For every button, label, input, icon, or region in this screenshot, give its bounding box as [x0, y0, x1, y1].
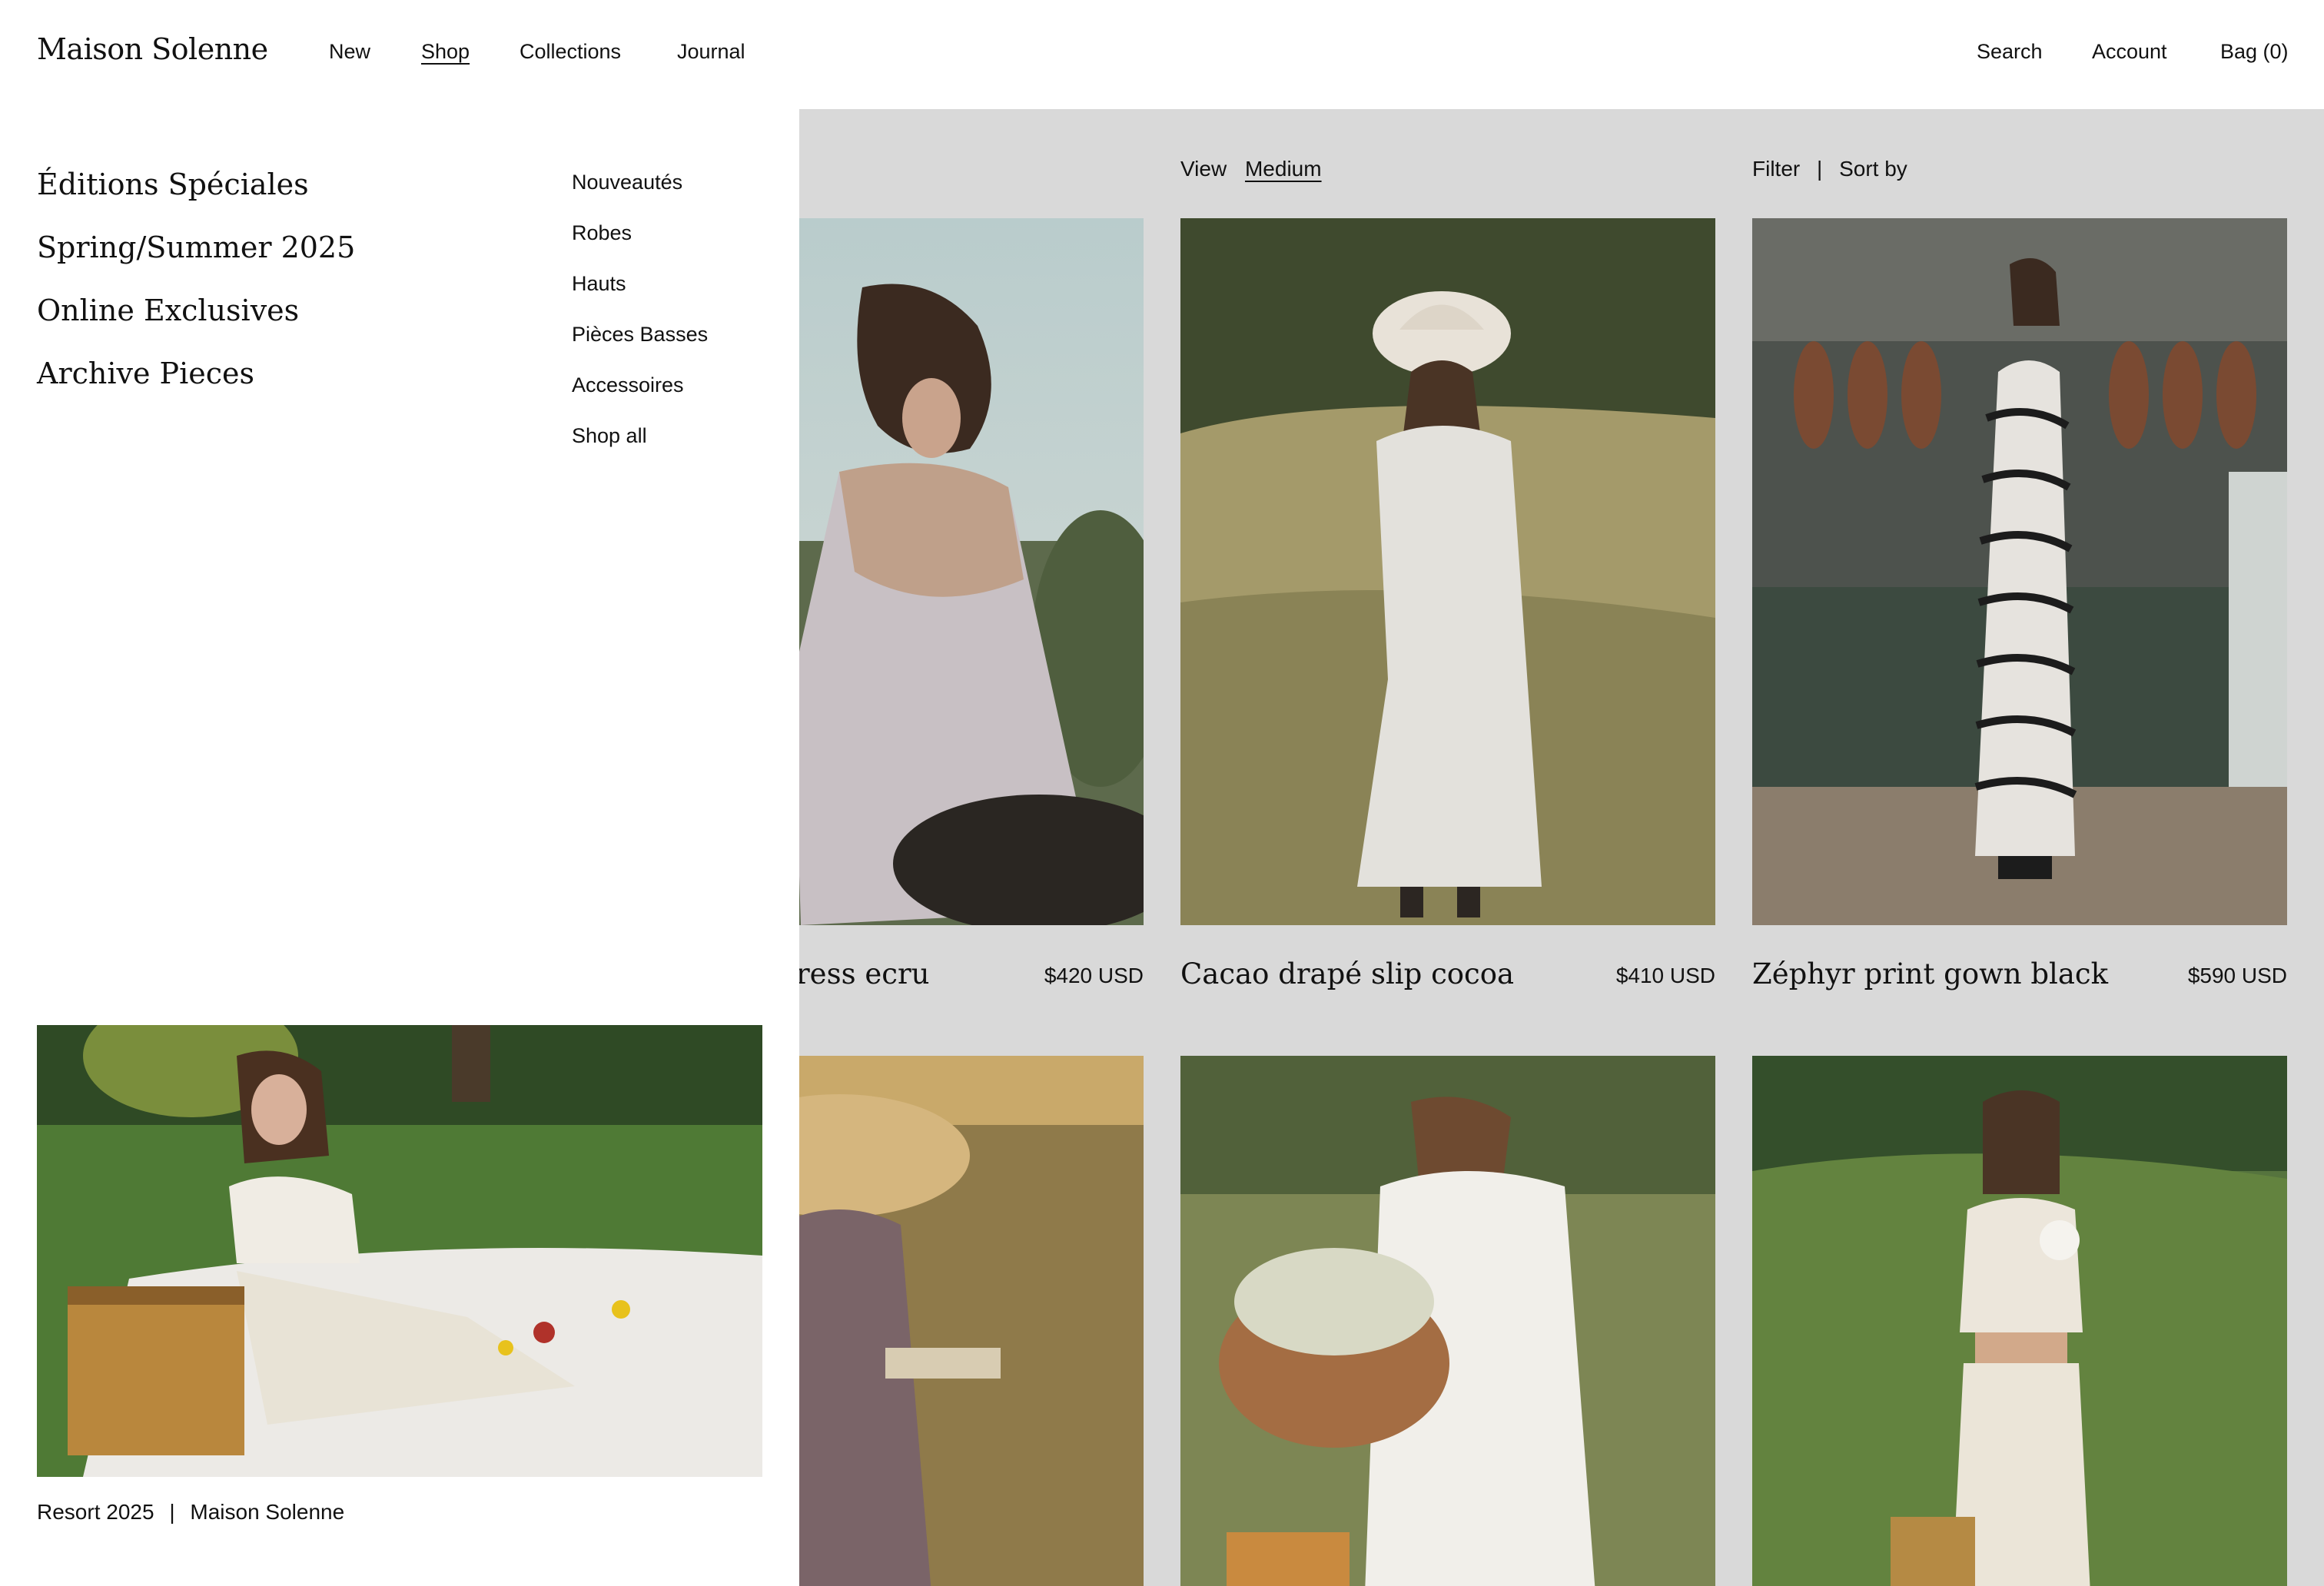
filter-sort-bar: Filter | Sort by — [1752, 157, 1907, 181]
view-size-button[interactable]: Medium — [1245, 157, 1322, 181]
promo-caption-separator: | — [169, 1500, 175, 1524]
promo-caption-title: Resort 2025 — [37, 1500, 154, 1524]
product-image[interactable] — [1752, 218, 2287, 925]
product-name[interactable]: Zéphyr print gown black — [1752, 957, 2108, 990]
menu-category-item[interactable]: Shop all — [572, 424, 647, 448]
bag-link[interactable]: Bag (0) — [2220, 40, 2289, 64]
filter-button[interactable]: Filter — [1752, 157, 1800, 181]
product-image[interactable] — [799, 218, 1144, 925]
product-price: $590 USD — [2187, 964, 2287, 987]
sort-button[interactable]: Sort by — [1839, 157, 1907, 181]
product-price: $420 USD — [1044, 964, 1144, 987]
menu-category-item[interactable]: Accessoires — [572, 373, 684, 397]
nav-shop[interactable]: Shop — [421, 40, 470, 64]
menu-category-item[interactable]: Nouveautés — [572, 171, 682, 194]
shop-mega-menu: Éditions Spéciales Spring/Summer 2025 On… — [0, 109, 799, 1586]
menu-category-item[interactable]: Pièces Basses — [572, 323, 708, 347]
nav-journal[interactable]: Journal — [677, 40, 745, 64]
product-image[interactable] — [799, 1056, 1144, 1586]
promo-caption: Resort 2025 | Maison Solenne — [37, 1500, 344, 1525]
promo-caption-brand: Maison Solenne — [190, 1500, 345, 1524]
menu-category-item[interactable]: Robes — [572, 221, 632, 245]
product-price: $410 USD — [1615, 964, 1715, 987]
site-header: Maison Solenne New Shop Collections Jour… — [0, 0, 2324, 109]
product-name[interactable]: Cacao drapé slip cocoa — [1180, 957, 1514, 990]
menu-featured-item[interactable]: Éditions Spéciales — [37, 168, 309, 201]
product-grid-area: View Medium Filter | Sort by ress ecru $… — [799, 109, 2324, 1586]
view-toggle: View Medium — [1180, 157, 1322, 181]
product-image[interactable] — [1180, 1056, 1715, 1586]
product-name[interactable]: ress ecru — [799, 957, 929, 990]
search-link[interactable]: Search — [1977, 40, 2043, 64]
promo-image[interactable] — [37, 1025, 762, 1477]
nav-collections[interactable]: Collections — [520, 40, 621, 64]
product-image[interactable] — [1180, 218, 1715, 925]
brand-logo[interactable]: Maison Solenne — [37, 32, 268, 66]
product-image[interactable] — [1752, 1056, 2287, 1586]
nav-new[interactable]: New — [329, 40, 370, 64]
menu-category-item[interactable]: Hauts — [572, 272, 626, 296]
account-link[interactable]: Account — [2092, 40, 2167, 64]
menu-featured-item[interactable]: Archive Pieces — [37, 357, 254, 390]
menu-featured-item[interactable]: Spring/Summer 2025 — [37, 231, 355, 264]
view-label: View — [1180, 157, 1227, 181]
menu-featured-item[interactable]: Online Exclusives — [37, 294, 299, 327]
toolbar-separator: | — [1817, 157, 1823, 181]
